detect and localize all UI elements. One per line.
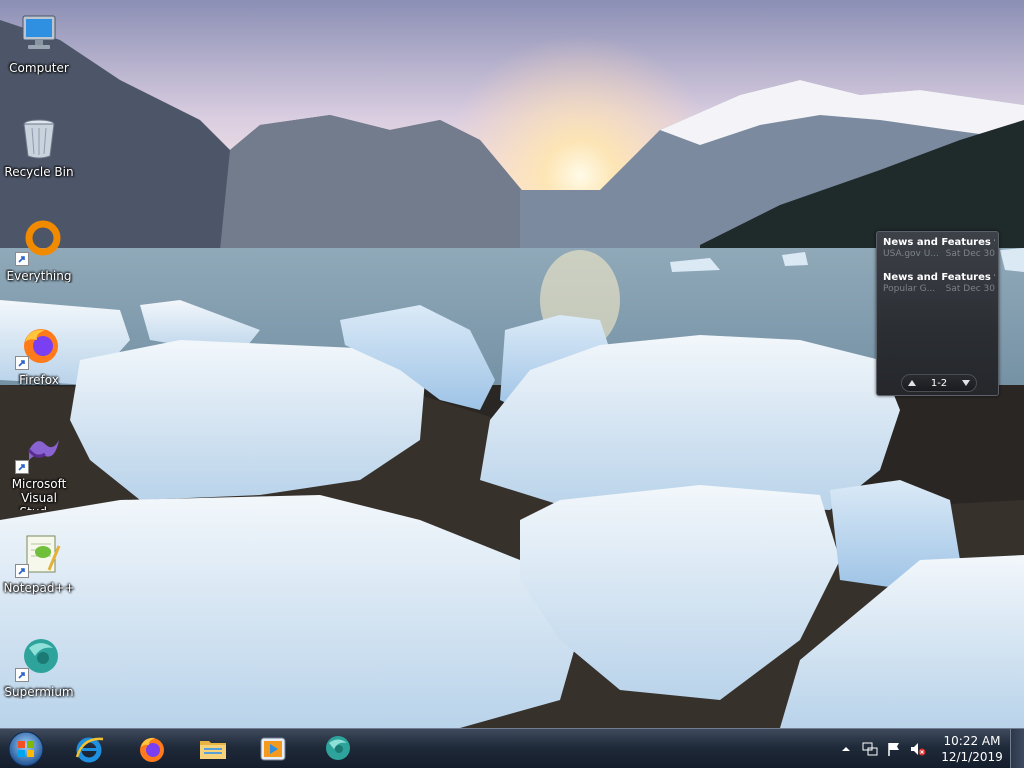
firefox-icon (15, 322, 63, 370)
wallpaper (0, 0, 1024, 728)
desktop-icon-firefox[interactable]: Firefox (2, 316, 76, 406)
taskbar-pin-supermium[interactable] (309, 730, 365, 767)
desktop-icon-supermium[interactable]: Supermium (2, 628, 76, 718)
clock[interactable]: 10:22 AM 12/1/2019 (940, 733, 1004, 765)
desktop-icon-everything[interactable]: Everything (2, 212, 76, 302)
recycle-bin-icon (15, 114, 63, 162)
desktop-icon-label: Computer (9, 61, 69, 75)
media-player-icon (260, 737, 286, 760)
gadget-pager: 1-2 (901, 374, 977, 392)
shortcut-arrow-icon (15, 252, 29, 266)
shortcut-arrow-icon (15, 356, 29, 370)
feed-item-source: USA.gov U... (883, 249, 939, 259)
desktop[interactable]: Computer Recycle Bin Everything Firefox … (0, 0, 1024, 768)
supermium-icon (15, 634, 63, 682)
desktop-icon-label: Firefox (19, 373, 59, 387)
taskbar-pin-internet-explorer[interactable] (61, 730, 117, 767)
show-desktop-button[interactable] (1010, 729, 1024, 768)
visual-studio-icon (15, 426, 63, 474)
clock-date: 12/1/2019 (941, 750, 1003, 764)
previous-arrow-icon[interactable] (908, 380, 916, 386)
taskbar-pin-file-explorer[interactable] (185, 730, 241, 767)
desktop-icon-label: Recycle Bin (4, 165, 74, 179)
desktop-icon-notepad-plus-plus[interactable]: Notepad++ (2, 524, 76, 614)
feed-item[interactable]: News and Features f... Popular G... Sat … (883, 272, 995, 295)
notepad-plus-plus-icon (15, 530, 63, 578)
shortcut-arrow-icon (15, 564, 29, 578)
firefox-icon (140, 737, 164, 762)
internet-explorer-icon (75, 737, 104, 762)
rss-feed-gadget[interactable]: News and Features f... USA.gov U... Sat … (876, 231, 999, 396)
feed-item-title[interactable]: News and Features f... (883, 237, 995, 249)
show-hidden-icons-chevron-icon[interactable] (838, 741, 854, 757)
desktop-icon-label: Microsoft Visual Stud... (11, 477, 67, 510)
feed-item-title[interactable]: News and Features f... (883, 272, 995, 284)
everything-icon (15, 218, 63, 266)
desktop-icon-visual-studio[interactable]: Microsoft Visual Stud... (2, 420, 76, 510)
start-button[interactable] (4, 730, 48, 768)
taskbar-pin-media-player[interactable] (245, 730, 301, 767)
desktop-icon-recycle-bin[interactable]: Recycle Bin (2, 108, 76, 198)
feed-item-source: Popular G... (883, 284, 936, 294)
shortcut-arrow-icon (15, 668, 29, 682)
feed-item-date: Sat Dec 30 (945, 284, 995, 294)
gadget-page-indicator: 1-2 (930, 377, 948, 389)
next-arrow-icon[interactable] (962, 380, 970, 386)
clock-time: 10:22 AM (943, 734, 1001, 748)
system-tray: 10:22 AM 12/1/2019 (838, 729, 1004, 768)
taskbar-pin-firefox[interactable] (123, 730, 179, 767)
supermium-icon (326, 735, 350, 760)
feed-item[interactable]: News and Features f... USA.gov U... Sat … (883, 237, 995, 260)
feed-item-date: Sat Dec 30 (945, 249, 995, 259)
action-center-flag-icon[interactable] (886, 741, 902, 757)
computer-icon (15, 10, 63, 58)
windows-logo-icon (8, 731, 44, 767)
shortcut-arrow-icon (15, 460, 29, 474)
volume-muted-icon[interactable] (910, 741, 926, 757)
desktop-icon-computer[interactable]: Computer (2, 4, 76, 94)
desktop-icon-label: Notepad++ (3, 581, 75, 595)
network-icon[interactable] (862, 741, 878, 757)
taskbar: 10:22 AM 12/1/2019 (0, 728, 1024, 768)
desktop-icon-label: Supermium (4, 685, 74, 699)
desktop-icon-label: Everything (6, 269, 72, 283)
file-explorer-icon (200, 740, 226, 759)
